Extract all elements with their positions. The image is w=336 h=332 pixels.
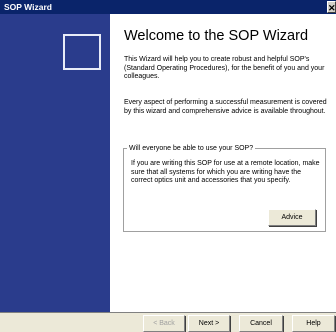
wizard-content: Welcome to the SOP Wizard This Wizard wi… — [110, 14, 336, 312]
help-button[interactable]: Help — [292, 315, 335, 332]
sop-wizard-window: SOP Wizard ✕ Welcome to the SOP Wizard T… — [0, 0, 336, 332]
page-title: Welcome to the SOP Wizard — [124, 28, 309, 44]
next-button[interactable]: Next > — [188, 315, 230, 332]
window-title: SOP Wizard — [4, 2, 52, 12]
back-button[interactable]: < Back — [143, 315, 185, 332]
usage-groupbox: Will everyone be able to use your SOP? I… — [123, 144, 326, 232]
wizard-button-bar: < Back Next > Cancel Help — [0, 312, 336, 332]
groupbox-text: If you are writing this SOP for use at a… — [131, 160, 320, 185]
advice-button[interactable]: Advice — [268, 209, 316, 226]
coverage-text: Every aspect of performing a successful … — [124, 99, 327, 115]
intro-text: This Wizard will help you to create robu… — [124, 56, 325, 81]
wizard-side-panel — [0, 14, 110, 312]
close-icon[interactable]: ✕ — [327, 1, 336, 13]
wizard-logo-box — [63, 34, 101, 70]
groupbox-legend: Will everyone be able to use your SOP? — [127, 144, 256, 153]
title-bar: SOP Wizard ✕ — [0, 0, 336, 14]
cancel-button[interactable]: Cancel — [239, 315, 283, 332]
